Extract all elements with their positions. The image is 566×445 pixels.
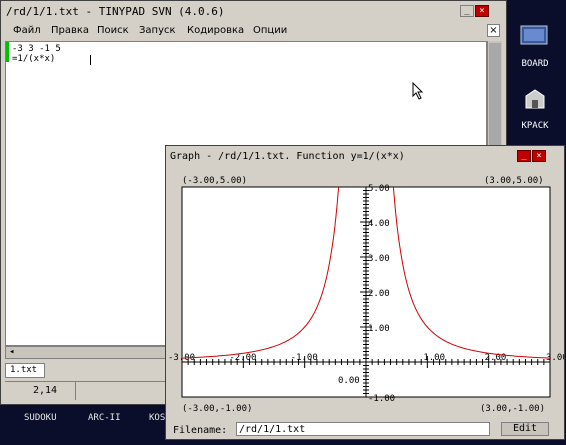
desktop-icon-label: KPACK xyxy=(521,121,549,131)
menu-edit[interactable]: Правка xyxy=(51,25,89,36)
y-tick-label: 2.00 xyxy=(368,289,390,299)
y-tick-label: 5.00 xyxy=(368,184,390,194)
mouse-pointer-icon xyxy=(412,82,424,100)
taskbar-item-sudoku[interactable]: SUDOKU xyxy=(24,413,57,423)
menu-run[interactable]: Запуск xyxy=(139,25,176,36)
x-tick-label: -1.00 xyxy=(291,353,318,363)
x-tick-label: 0.00 xyxy=(338,376,360,386)
y-tick-label: 1.00 xyxy=(368,324,390,334)
menubar: Файл Правка Поиск Запуск Кодировка Опции… xyxy=(1,22,506,40)
modified-line-marker xyxy=(6,42,9,62)
function-plot: (-3.00,5.00) (3.00,5.00) (-3.00,-1.00) (… xyxy=(168,176,566,414)
desktop-icon-kpack[interactable]: KPACK xyxy=(510,82,560,131)
menu-options[interactable]: Опции xyxy=(253,25,287,36)
close-button[interactable]: × xyxy=(475,5,489,17)
filename-label: Filename: xyxy=(173,425,228,436)
editor-line: =1/(x*x) xyxy=(12,54,56,64)
corner-top-left: (-3.00,5.00) xyxy=(182,176,247,186)
taskbar-item-arc[interactable]: ARC-II xyxy=(88,413,121,423)
board-icon xyxy=(520,25,548,45)
minimize-button[interactable]: _ xyxy=(460,5,474,17)
y-tick-label: 4.00 xyxy=(368,219,390,229)
text-cursor xyxy=(90,55,91,65)
close-button[interactable]: × xyxy=(532,150,546,162)
graph-window: Graph - /rd/1/1.txt. Function y=1/(x*x) … xyxy=(165,145,566,440)
filename-input[interactable] xyxy=(236,422,490,436)
status-divider xyxy=(75,382,76,400)
menu-encoding[interactable]: Кодировка xyxy=(187,25,244,36)
graph-footer: Filename: Edit xyxy=(166,420,564,440)
desktop-icon-label: BOARD xyxy=(521,59,549,69)
graph-canvas: (-3.00,5.00) (3.00,5.00) (-3.00,-1.00) (… xyxy=(168,168,566,418)
desktop-icon-board[interactable]: BOARD xyxy=(510,20,560,69)
y-tick-label: -1.00 xyxy=(368,394,395,404)
graph-window-title: Graph - /rd/1/1.txt. Function y=1/(x*x) xyxy=(170,151,405,162)
tinypad-titlebar[interactable]: /rd/1/1.txt - TINYPAD SVN (4.0.6) _ × xyxy=(1,1,506,21)
kpack-icon xyxy=(525,89,545,109)
graph-titlebar[interactable]: Graph - /rd/1/1.txt. Function y=1/(x*x) … xyxy=(166,146,564,166)
menu-file[interactable]: Файл xyxy=(13,25,41,36)
cursor-position: 2,14 xyxy=(33,385,58,396)
menu-search[interactable]: Поиск xyxy=(97,25,129,36)
window-title: /rd/1/1.txt - TINYPAD SVN (4.0.6) xyxy=(6,5,225,18)
x-tick-label: 1.00 xyxy=(423,353,445,363)
edit-button[interactable]: Edit xyxy=(501,422,549,436)
y-tick-label: 3.00 xyxy=(368,254,390,264)
taskbar-item-kos[interactable]: KOS xyxy=(149,413,165,423)
corner-bottom-right: (3.00,-1.00) xyxy=(480,404,545,414)
corner-bottom-left: (-3.00,-1.00) xyxy=(182,404,252,414)
close-document-button[interactable]: × xyxy=(487,24,500,37)
corner-top-right: (3.00,5.00) xyxy=(484,176,544,186)
scroll-left-icon[interactable]: ◂ xyxy=(9,347,14,357)
editor-line: -3 3 -1 5 xyxy=(12,44,61,54)
minimize-button[interactable]: _ xyxy=(517,150,531,162)
tab-file[interactable]: 1.txt xyxy=(5,363,45,378)
